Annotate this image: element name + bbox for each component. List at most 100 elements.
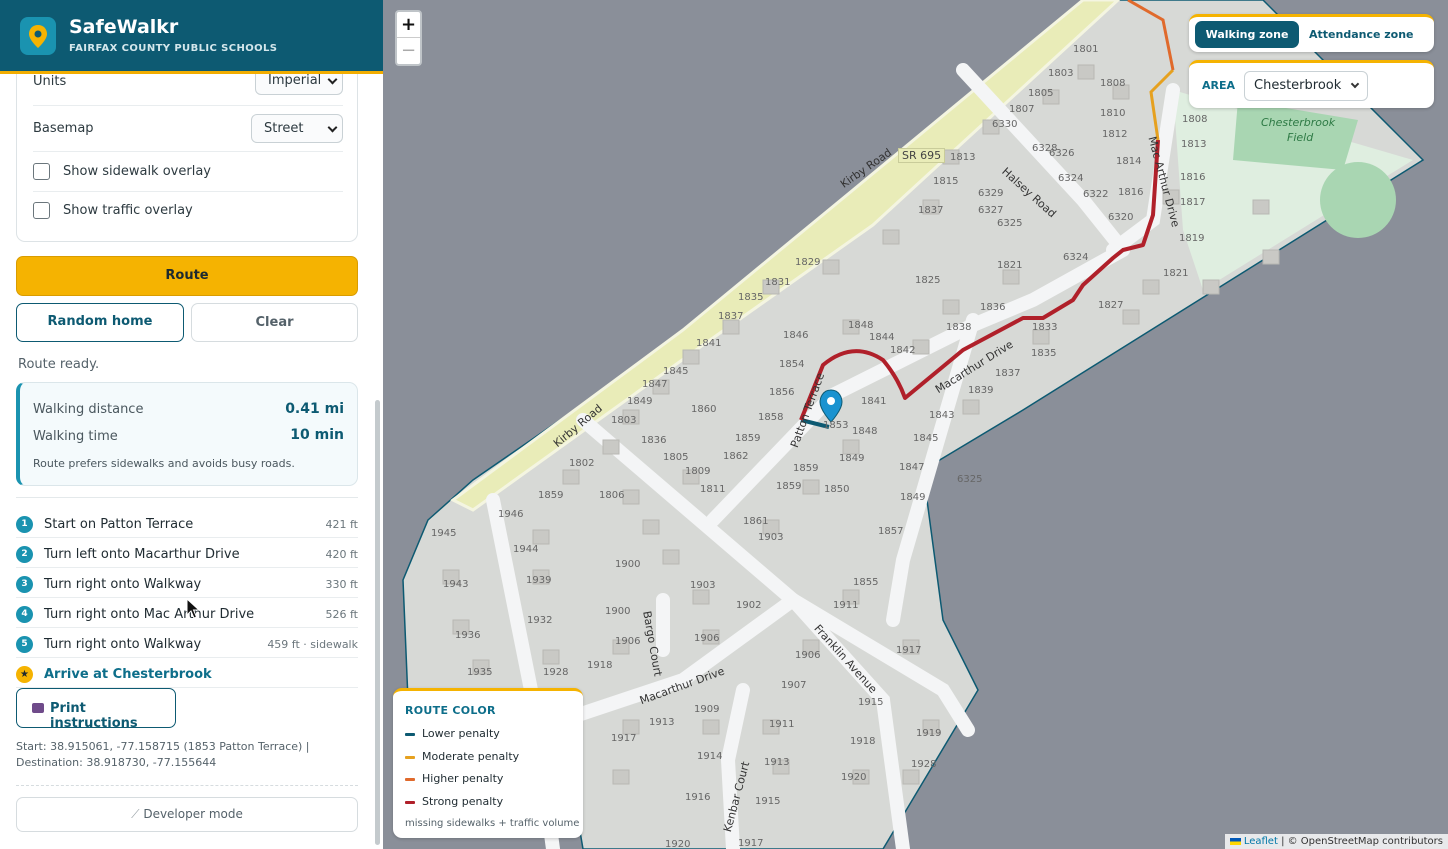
house-number: 1907 <box>781 680 807 691</box>
house-number: 6326 <box>1049 148 1075 159</box>
units-value: Imperial <box>268 73 322 88</box>
step-text: Turn right onto Walkway <box>44 637 202 652</box>
sr695-label: SR 695 <box>898 148 946 163</box>
house-number: 1932 <box>527 615 553 626</box>
house-number: 1814 <box>1116 156 1142 167</box>
map-attribution: Leaflet | © OpenStreetMap contributors <box>1224 834 1448 849</box>
map[interactable]: SR 695 Kirby Road Kirby Road Halsey Road… <box>383 0 1448 849</box>
house-number: 1911 <box>769 719 795 730</box>
route-color-legend: ROUTE COLOR Lower penalty Moderate penal… <box>393 688 583 838</box>
legend-label: Higher penalty <box>422 772 504 785</box>
zoom-in-button[interactable]: + <box>397 12 420 38</box>
print-instructions-button[interactable]: Print instructions <box>16 688 176 731</box>
house-number: 1831 <box>765 277 791 288</box>
summary-note: Route prefers sidewalks and avoids busy … <box>33 457 295 470</box>
house-number: 1809 <box>685 466 711 477</box>
house-number: 1928 <box>543 667 569 678</box>
sidewalk-overlay-checkbox[interactable] <box>33 163 50 180</box>
sidewalk-overlay-row: Show sidewalk overlay <box>33 152 343 192</box>
park-label-2: Field <box>1287 131 1314 144</box>
house-number: 1842 <box>890 345 916 356</box>
house-number: 1903 <box>690 580 716 591</box>
sidebar: Units Imperial Basemap Street Show sidew… <box>0 0 383 849</box>
house-number: 1860 <box>691 404 717 415</box>
basemap-select[interactable]: Street <box>251 114 343 143</box>
divider <box>16 785 358 786</box>
house-number: 1813 <box>1181 139 1207 150</box>
logo <box>20 17 56 55</box>
house-number: 1946 <box>498 509 524 520</box>
walking-zone-tab[interactable]: Walking zone <box>1195 21 1299 48</box>
route-status: Route ready. <box>18 357 100 372</box>
printer-icon <box>32 703 44 713</box>
legend-item: Higher penalty <box>405 772 503 785</box>
house-number: 1854 <box>779 359 805 370</box>
attendance-zone-tab[interactable]: Attendance zone <box>1309 21 1414 48</box>
field-circle <box>1320 162 1396 238</box>
house-number: 1913 <box>764 757 790 768</box>
house-number: 1850 <box>824 484 850 495</box>
step-number: 3 <box>16 576 33 593</box>
legend-label: Lower penalty <box>422 727 500 740</box>
house-number: 1845 <box>913 433 939 444</box>
house-number: 1920 <box>841 772 867 783</box>
house-number: 1825 <box>915 275 941 286</box>
legend-swatch <box>405 777 415 781</box>
step-distance: 459 ft · sidewalk <box>267 638 358 651</box>
house-number: 1900 <box>615 559 641 570</box>
house-number: 1801 <box>1073 44 1099 55</box>
house-number: 6320 <box>1108 212 1134 223</box>
house-number: 1915 <box>858 697 884 708</box>
step-text: Turn right onto Mac Arthur Drive <box>44 607 255 622</box>
house-number: 1911 <box>833 600 859 611</box>
house-number: 1920 <box>665 839 691 849</box>
route-button[interactable]: Route <box>16 256 358 296</box>
house-number: 1833 <box>1032 322 1058 333</box>
area-selector: AREA Chesterbrook <box>1189 60 1434 108</box>
route-summary: Walking distance 0.41 mi Walking time 10… <box>16 382 358 486</box>
leaflet-link[interactable]: Leaflet <box>1244 836 1278 847</box>
house-number: 1849 <box>627 396 653 407</box>
house-number: 1853 <box>823 420 849 431</box>
house-number: 1843 <box>929 410 955 421</box>
house-number: 1919 <box>916 728 942 739</box>
random-home-button[interactable]: Random home <box>16 303 184 342</box>
area-select[interactable]: Chesterbrook <box>1244 71 1368 101</box>
basemap-value: Street <box>264 121 304 136</box>
house-number: 1839 <box>968 385 994 396</box>
house-number: 1857 <box>878 526 904 537</box>
house-number: 1915 <box>755 796 781 807</box>
house-number: 1849 <box>900 492 926 503</box>
legend-item: Strong penalty <box>405 795 503 808</box>
house-number: 1848 <box>848 320 874 331</box>
area-label: AREA <box>1202 79 1236 92</box>
house-number: 1829 <box>795 257 821 268</box>
house-number: 1837 <box>995 368 1021 379</box>
zoom-out-button[interactable]: − <box>397 39 420 64</box>
distance-value: 0.41 mi <box>285 401 344 417</box>
house-number: 1917 <box>738 838 764 849</box>
legend-item: Moderate penalty <box>405 750 519 763</box>
clear-button[interactable]: Clear <box>191 303 358 342</box>
house-number: 1944 <box>513 544 539 555</box>
house-number: 6324 <box>1058 173 1084 184</box>
house-number: 6324 <box>1063 252 1089 263</box>
sidebar-scrollbar[interactable] <box>375 400 380 845</box>
house-number: 6330 <box>992 119 1018 130</box>
house-number: 6329 <box>978 188 1004 199</box>
chevron-down-icon <box>327 74 338 85</box>
house-number: 1862 <box>723 451 749 462</box>
house-number: 1916 <box>685 792 711 803</box>
step-number: 1 <box>16 516 33 533</box>
legend-swatch <box>405 755 415 759</box>
traffic-overlay-checkbox[interactable] <box>33 202 50 219</box>
osm-attribution[interactable]: | © OpenStreetMap contributors <box>1281 836 1443 847</box>
house-number: 1821 <box>997 260 1023 271</box>
legend-title: ROUTE COLOR <box>405 704 496 717</box>
house-number: 1835 <box>738 292 764 303</box>
house-number: 1806 <box>599 490 625 501</box>
house-number: 1835 <box>1031 348 1057 359</box>
wrench-icon: ⟋ <box>131 807 144 821</box>
step-distance: 526 ft <box>325 608 358 621</box>
developer-mode-button[interactable]: ⟋ Developer mode <box>16 797 358 832</box>
